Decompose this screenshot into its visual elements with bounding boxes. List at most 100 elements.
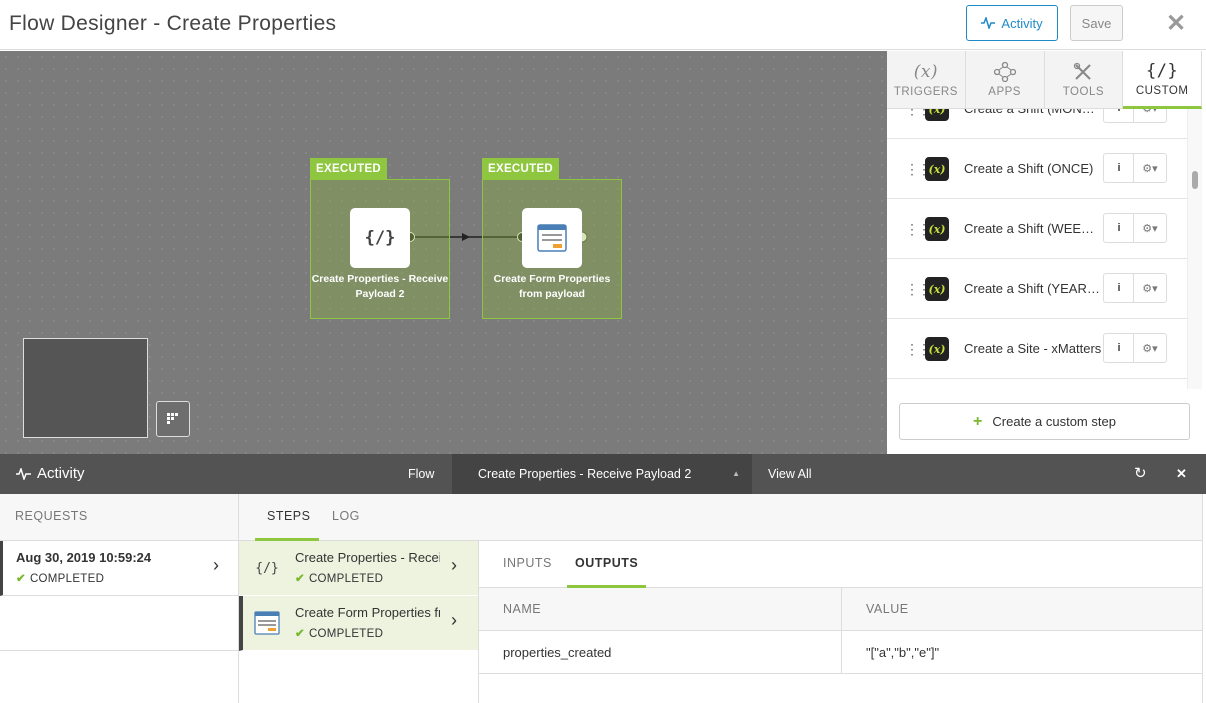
script-icon: {/} <box>255 560 279 576</box>
request-status-label: COMPLETED <box>29 573 105 585</box>
output-name: properties_created <box>503 645 612 660</box>
step-status-label: COMPLETED <box>308 628 384 640</box>
step-status: ✔ COMPLETED <box>295 626 383 640</box>
drag-handle-icon[interactable]: ⋮⋮ <box>905 259 931 319</box>
requests-header: REQUESTS <box>0 494 238 541</box>
flow-label: Flow <box>408 467 435 481</box>
activity-title: Activity <box>16 454 85 494</box>
minimap-toggle-button[interactable] <box>156 401 190 437</box>
drag-handle-icon[interactable]: ⋮⋮ <box>905 319 931 379</box>
info-icon[interactable]: i <box>1103 273 1134 303</box>
xmatters-icon: (x) <box>925 217 949 241</box>
create-custom-step-label: Create a custom step <box>992 414 1116 429</box>
step-name: Create Form Properties from payload <box>295 605 440 620</box>
flow-canvas[interactable]: EXECUTED {/} Create Properties - Receive… <box>0 51 887 454</box>
gear-icon[interactable]: ⚙▾ <box>1133 109 1167 123</box>
output-value: "["a","b","e"]" <box>866 645 940 660</box>
tab-steps[interactable]: STEPS <box>255 494 319 541</box>
list-item[interactable]: {/} Create Properties - Receive Payload … <box>239 541 478 596</box>
palette-scrollbar[interactable] <box>1187 109 1202 389</box>
step-name: Create a Site - xMatters <box>964 341 1102 356</box>
activity-button-label: Activity <box>1001 15 1043 31</box>
tab-label: TRIGGERS <box>893 86 958 98</box>
requests-panel: REQUESTS Aug 30, 2019 10:59:24 ✔ COMPLETE… <box>0 494 239 703</box>
activity-title-label: Activity <box>37 465 85 482</box>
list-item[interactable]: ⋮⋮ (x) Create a Site - xMatters i ⚙▾ <box>887 319 1187 379</box>
node-label: Create Properties - Receive Payload 2 <box>311 273 449 300</box>
info-icon[interactable]: i <box>1103 213 1134 243</box>
steps-panel: STEPS LOG {/} Create Properties - Receiv… <box>239 494 1203 703</box>
info-icon[interactable]: i <box>1103 333 1134 363</box>
triggers-icon: (x) <box>913 62 939 82</box>
xmatters-icon: (x) <box>925 109 949 121</box>
save-button[interactable]: Save <box>1070 5 1123 41</box>
gear-icon[interactable]: ⚙▾ <box>1133 213 1167 243</box>
step-name: Create a Shift (MONTHLY) <box>964 109 1102 139</box>
tab-custom[interactable]: {/} CUSTOM <box>1123 51 1202 109</box>
column-divider <box>841 588 842 674</box>
tab-log[interactable]: LOG <box>332 494 360 541</box>
request-item[interactable]: Aug 30, 2019 10:59:24 ✔ COMPLETED › <box>0 541 238 596</box>
tools-icon <box>1074 62 1092 80</box>
gear-icon[interactable]: ⚙▾ <box>1133 333 1167 363</box>
close-icon[interactable]: ✕ <box>1166 12 1186 36</box>
script-icon: {/} <box>350 208 410 268</box>
chevron-right-icon: › <box>451 610 457 630</box>
create-custom-step-button[interactable]: + Create a custom step <box>899 403 1190 440</box>
info-icon[interactable]: i <box>1103 109 1134 123</box>
column-header-value: VALUE <box>866 602 909 616</box>
scrollbar-thumb[interactable] <box>1192 171 1198 189</box>
column-header-name: NAME <box>503 602 542 616</box>
tab-label: CUSTOM <box>1135 84 1189 97</box>
list-item[interactable]: ⋮⋮ (x) Create a Shift (YEARLY) i ⚙▾ <box>887 259 1187 319</box>
form-icon <box>254 611 280 635</box>
tab-tools[interactable]: TOOLS <box>1045 51 1124 109</box>
tab-triggers[interactable]: (x) TRIGGERS <box>887 51 966 109</box>
flow-node-create-properties[interactable]: EXECUTED {/} Create Properties - Receive… <box>310 158 450 319</box>
step-name: Create a Shift (WEEKLY) <box>964 221 1102 236</box>
refresh-icon[interactable]: ↻ <box>1134 454 1147 494</box>
panel-edge <box>1202 494 1206 703</box>
tab-outputs[interactable]: OUTPUTS <box>567 541 647 588</box>
list-item[interactable]: ⋮⋮ (x) Create a Shift (ONCE) i ⚙▾ <box>887 139 1187 199</box>
step-status-label: COMPLETED <box>308 573 384 585</box>
tab-inputs[interactable]: INPUTS <box>503 541 552 588</box>
activity-button[interactable]: Activity <box>966 5 1058 41</box>
check-icon: ✔ <box>295 573 305 585</box>
custom-steps-list: ⋮⋮ (x) Create a Shift (MONTHLY) i ⚙▾ ⋮⋮ … <box>887 109 1187 389</box>
close-icon[interactable]: ✕ <box>1176 454 1187 494</box>
gear-icon[interactable]: ⚙▾ <box>1133 273 1167 303</box>
activity-bar: Activity Flow Create Properties - Receiv… <box>0 454 1206 494</box>
outputs-panel: INPUTS OUTPUTS NAME VALUE properties_cre… <box>479 541 1206 703</box>
drag-handle-icon[interactable]: ⋮⋮ <box>905 109 931 139</box>
info-icon[interactable]: i <box>1103 153 1134 183</box>
canvas-minimap[interactable] <box>23 338 148 438</box>
header-bar: Flow Designer - Create Properties Activi… <box>0 0 1206 50</box>
palette-tabs: (x) TRIGGERS APPS TOOLS {/} CUSTOM <box>887 51 1202 109</box>
drag-handle-icon[interactable]: ⋮⋮ <box>905 139 931 199</box>
flow-node-create-form-properties[interactable]: EXECUTED Create Form Properties from pay… <box>482 158 622 319</box>
request-status: ✔ COMPLETED <box>16 571 104 585</box>
step-palette: (x) TRIGGERS APPS TOOLS {/} CUSTOM (x) ⋮… <box>887 51 1206 454</box>
gear-icon[interactable]: ⚙▾ <box>1133 153 1167 183</box>
select-caret-icon: ▲ <box>732 469 740 478</box>
flow-select-value: Create Properties - Receive Payload 2 <box>478 467 692 481</box>
custom-icon: {/} <box>1146 60 1179 81</box>
divider <box>0 650 238 651</box>
chevron-right-icon: › <box>213 555 219 575</box>
drag-handle-icon[interactable]: ⋮⋮ <box>905 199 931 259</box>
page-title: Flow Designer - Create Properties <box>9 12 337 35</box>
activity-pulse-icon <box>16 468 31 480</box>
apps-icon <box>993 62 1016 82</box>
chevron-right-icon: › <box>451 555 457 575</box>
list-item[interactable]: Create Form Properties from payload ✔COM… <box>239 596 478 651</box>
flow-select[interactable]: Create Properties - Receive Payload 2 ▲ <box>452 454 752 494</box>
tab-label: APPS <box>988 86 1021 98</box>
list-item[interactable]: ⋮⋮ (x) Create a Shift (MONTHLY) i ⚙▾ <box>887 109 1187 139</box>
form-icon <box>522 208 582 268</box>
tab-apps[interactable]: APPS <box>966 51 1045 109</box>
steps-log-tabs: STEPS LOG <box>239 494 1203 541</box>
request-date: Aug 30, 2019 10:59:24 <box>16 550 152 565</box>
view-all-link[interactable]: View All <box>768 454 812 494</box>
list-item[interactable]: ⋮⋮ (x) Create a Shift (WEEKLY) i ⚙▾ <box>887 199 1187 259</box>
